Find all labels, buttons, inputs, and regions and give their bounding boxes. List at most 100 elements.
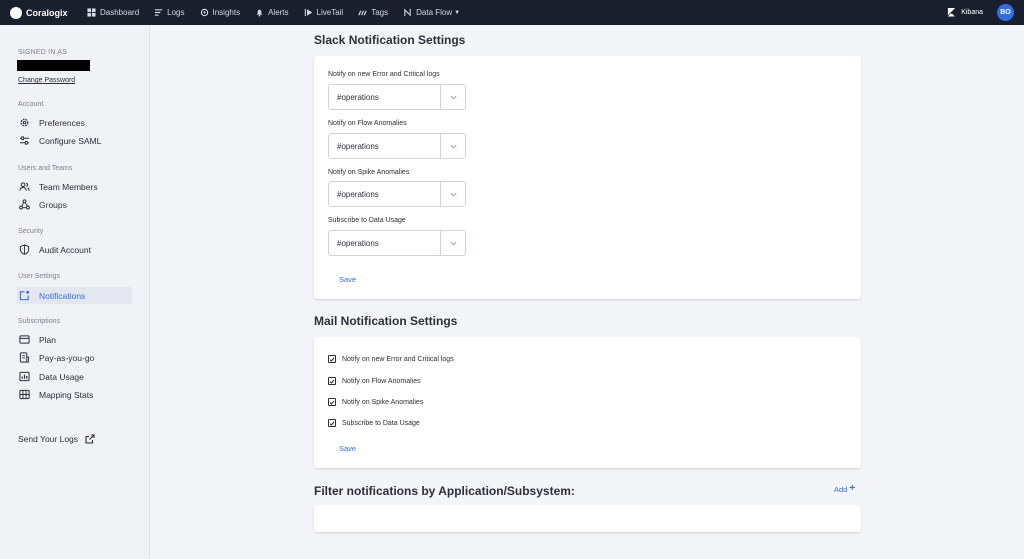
mail-option-label: Notify on new Error and Critical logs <box>342 355 454 363</box>
slack-field-label: Notify on new Error and Critical logs <box>328 71 440 78</box>
nav-logs[interactable]: Logs <box>154 8 185 17</box>
plus-icon: + <box>849 483 856 494</box>
top-navbar: Coralogix Dashboard Logs Insights Alerts… <box>0 0 1024 25</box>
select-value: #operations <box>337 238 379 248</box>
groups-icon <box>19 199 30 210</box>
nav-insights[interactable]: Insights <box>200 8 240 17</box>
notification-icon <box>19 290 30 301</box>
chevron-down-icon[interactable] <box>441 134 465 158</box>
section-label-security: Security <box>18 228 44 235</box>
nav-tags-label: Tags <box>371 8 389 17</box>
slack-channel-select-spike-anomalies[interactable]: #operations <box>328 181 466 207</box>
select-value: #operations <box>337 189 379 199</box>
checkmark-icon <box>329 357 335 362</box>
sidebar-item-audit-account[interactable]: Audit Account <box>17 241 132 258</box>
slack-field-label: Notify on Flow Anomalies <box>328 120 407 127</box>
section-label-account: Account <box>18 101 44 108</box>
sidebar-item-data-usage[interactable]: Data Usage <box>17 368 132 385</box>
topbar-right: Kibana BO <box>947 4 1014 21</box>
sidebar-item-label: Notifications <box>39 290 86 301</box>
kibana-link[interactable]: Kibana <box>947 8 983 17</box>
nav-dataflow-label: Data Flow <box>416 8 453 17</box>
sidebar-item-groups[interactable]: Groups <box>17 196 132 213</box>
nav-livetail-label: LiveTail <box>316 8 344 17</box>
chevron-down-icon[interactable] <box>441 85 465 109</box>
mail-option-flow-anomalies[interactable]: Notify on Flow Anomalies <box>328 377 421 385</box>
section-label-subscriptions: Subscriptions <box>18 318 61 325</box>
sidebar-item-label: Team Members <box>39 181 98 192</box>
brand-name: Coralogix <box>26 7 68 18</box>
sidebar-item-configure-saml[interactable]: Configure SAML <box>17 132 132 149</box>
users-icon <box>19 182 30 191</box>
mail-settings-card: Notify on new Error and Critical logs No… <box>314 337 861 468</box>
nav-dashboard[interactable]: Dashboard <box>87 8 139 17</box>
mail-section-title: Mail Notification Settings <box>314 314 458 328</box>
checkbox[interactable] <box>328 355 336 363</box>
sidebar-item-preferences[interactable]: Preferences <box>17 114 132 131</box>
sidebar-item-label: Data Usage <box>39 371 84 382</box>
change-password-link[interactable]: Change Password <box>18 77 75 84</box>
nav-dashboard-label: Dashboard <box>100 8 140 17</box>
sidebar-item-label: Audit Account <box>39 244 91 255</box>
mail-option-error-critical[interactable]: Notify on new Error and Critical logs <box>328 355 454 363</box>
mail-option-data-usage[interactable]: Subscribe to Data Usage <box>328 419 420 427</box>
sliders-icon <box>19 136 30 145</box>
checkbox[interactable] <box>328 377 336 385</box>
checkmark-icon <box>329 400 335 405</box>
kibana-icon <box>948 8 956 17</box>
slack-settings-card: Notify on new Error and Critical logs #o… <box>314 56 861 299</box>
chart-icon <box>19 371 30 382</box>
redacted-username <box>17 60 90 71</box>
slack-channel-select-flow-anomalies[interactable]: #operations <box>328 133 466 159</box>
bell-icon <box>256 9 263 17</box>
sidebar-item-team-members[interactable]: Team Members <box>17 178 132 195</box>
chevron-down-icon[interactable] <box>441 182 465 206</box>
settings-sidebar: SIGNED IN AS Change Password Account Pre… <box>0 25 150 559</box>
slack-field-label: Subscribe to Data Usage <box>328 217 406 224</box>
nav-livetail[interactable]: LiveTail <box>304 8 344 17</box>
sidebar-item-label: Groups <box>39 199 67 210</box>
slack-field-label: Notify on Spike Anomalies <box>328 169 410 176</box>
sidebar-item-mapping-stats[interactable]: Mapping Stats <box>17 386 132 403</box>
mail-option-spike-anomalies[interactable]: Notify on Spike Anomalies <box>328 398 423 406</box>
select-value: #operations <box>337 92 379 102</box>
nav-dataflow[interactable]: Data Flow ▼ <box>403 8 460 17</box>
logs-icon <box>155 9 163 16</box>
send-your-logs-link[interactable]: Send Your Logs <box>18 434 95 444</box>
filter-card <box>314 505 861 532</box>
slack-save-button[interactable]: Save <box>339 275 356 284</box>
nav-logs-label: Logs <box>167 8 185 17</box>
slack-channel-select-data-usage[interactable]: #operations <box>328 230 466 256</box>
nav-alerts[interactable]: Alerts <box>255 8 289 17</box>
invoice-icon <box>19 352 30 363</box>
sidebar-item-plan[interactable]: Plan <box>17 331 132 348</box>
chevron-down-icon[interactable] <box>441 231 465 255</box>
shield-icon <box>19 244 30 255</box>
mail-save-button[interactable]: Save <box>339 444 356 453</box>
sidebar-item-pay-as-you-go[interactable]: Pay-as-you-go <box>17 349 132 366</box>
nav-tags[interactable]: Tags <box>358 8 388 17</box>
external-link-icon <box>85 434 95 444</box>
checkmark-icon <box>329 379 335 384</box>
sidebar-item-label: Pay-as-you-go <box>39 352 95 363</box>
add-filter-button[interactable]: Add + <box>834 484 855 494</box>
brand-logo-link[interactable]: Coralogix <box>10 6 87 19</box>
sidebar-item-notifications[interactable]: Notifications <box>17 287 132 304</box>
dashboard-icon <box>87 8 96 17</box>
mail-option-label: Notify on Spike Anomalies <box>342 398 424 406</box>
sidebar-item-label: Configure SAML <box>39 135 102 146</box>
section-label-users-and-teams: Users and Teams <box>18 165 73 172</box>
chevron-down-icon: ▼ <box>454 9 461 16</box>
dataflow-icon <box>404 8 411 17</box>
checkbox[interactable] <box>328 419 336 427</box>
gear-icon <box>20 118 29 127</box>
slack-channel-select-error-critical[interactable]: #operations <box>328 84 466 110</box>
slack-section-title: Slack Notification Settings <box>314 33 466 47</box>
checkbox[interactable] <box>328 398 336 406</box>
user-avatar[interactable]: BO <box>997 4 1014 21</box>
plan-icon <box>19 335 30 344</box>
kibana-label: Kibana <box>961 9 983 16</box>
nav-alerts-label: Alerts <box>268 8 289 17</box>
sidebar-item-label: Plan <box>39 334 57 345</box>
mail-option-label: Notify on Flow Anomalies <box>342 377 421 385</box>
